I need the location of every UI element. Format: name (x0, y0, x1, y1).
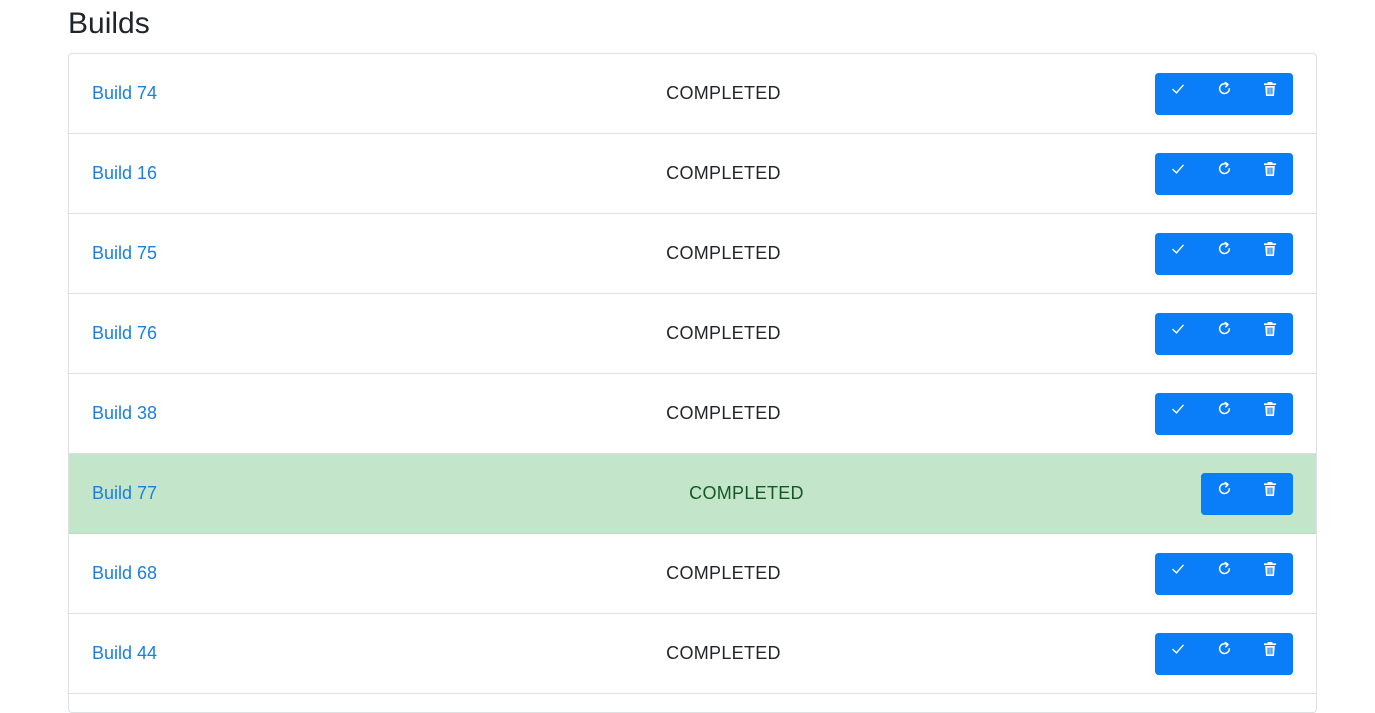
check-icon (1169, 640, 1187, 658)
delete-button[interactable] (1247, 312, 1293, 355)
refresh-icon (1215, 80, 1233, 98)
build-row: Build 68 COMPLETED (69, 534, 1316, 614)
trash-icon (1261, 320, 1279, 338)
check-icon (1169, 560, 1187, 578)
build-link[interactable]: Build 16 (92, 163, 292, 184)
delete-button[interactable] (1247, 632, 1293, 675)
approve-button[interactable] (1155, 632, 1201, 675)
delete-button[interactable] (1247, 152, 1293, 195)
delete-button[interactable] (1247, 472, 1293, 515)
trash-icon (1261, 160, 1279, 178)
refresh-icon (1215, 480, 1233, 498)
build-actions (1155, 152, 1293, 195)
check-icon (1169, 320, 1187, 338)
delete-button[interactable] (1247, 72, 1293, 115)
retry-button[interactable] (1201, 392, 1247, 435)
build-actions (1155, 392, 1293, 435)
trash-icon (1261, 80, 1279, 98)
build-row: Build 77 COMPLETED (69, 454, 1316, 534)
approve-button[interactable] (1155, 72, 1201, 115)
build-status: COMPLETED (666, 643, 781, 663)
retry-button[interactable] (1201, 632, 1247, 675)
build-row: Build 75 COMPLETED (69, 214, 1316, 294)
refresh-icon (1215, 240, 1233, 258)
build-actions (1155, 232, 1293, 275)
delete-button[interactable] (1247, 552, 1293, 595)
delete-button[interactable] (1247, 232, 1293, 275)
build-row: Build 38 COMPLETED (69, 374, 1316, 454)
check-icon (1169, 400, 1187, 418)
build-status: COMPLETED (666, 323, 781, 343)
trash-icon (1261, 240, 1279, 258)
approve-button[interactable] (1155, 232, 1201, 275)
retry-button[interactable] (1201, 552, 1247, 595)
build-actions (1155, 552, 1293, 595)
build-actions (1155, 312, 1293, 355)
retry-button[interactable] (1201, 472, 1247, 515)
retry-button[interactable] (1201, 312, 1247, 355)
build-link[interactable]: Build 38 (92, 403, 292, 424)
retry-button[interactable] (1201, 152, 1247, 195)
build-link[interactable]: Build 76 (92, 323, 292, 344)
build-actions (1155, 72, 1293, 115)
refresh-icon (1215, 640, 1233, 658)
refresh-icon (1215, 400, 1233, 418)
build-link[interactable]: Build 75 (92, 243, 292, 264)
trash-icon (1261, 480, 1279, 498)
approve-button[interactable] (1155, 312, 1201, 355)
retry-button[interactable] (1201, 72, 1247, 115)
build-row: Build 44 COMPLETED (69, 614, 1316, 694)
check-icon (1169, 240, 1187, 258)
build-status: COMPLETED (689, 483, 804, 503)
page-title: Builds (68, 7, 150, 40)
build-row: Build 74 COMPLETED (69, 54, 1316, 134)
approve-button[interactable] (1155, 152, 1201, 195)
build-status: COMPLETED (666, 83, 781, 103)
trash-icon (1261, 640, 1279, 658)
refresh-icon (1215, 560, 1233, 578)
build-status: COMPLETED (666, 563, 781, 583)
approve-button[interactable] (1155, 552, 1201, 595)
approve-button[interactable] (1155, 392, 1201, 435)
trash-icon (1261, 560, 1279, 578)
refresh-icon (1215, 320, 1233, 338)
build-status: COMPLETED (666, 403, 781, 423)
check-icon (1169, 80, 1187, 98)
build-actions (1155, 632, 1293, 675)
delete-button[interactable] (1247, 392, 1293, 435)
build-status: COMPLETED (666, 243, 781, 263)
build-link[interactable]: Build 77 (92, 483, 292, 504)
build-row: Build 76 COMPLETED (69, 294, 1316, 374)
retry-button[interactable] (1201, 232, 1247, 275)
build-row: Build 16 COMPLETED (69, 134, 1316, 214)
build-link[interactable]: Build 44 (92, 643, 292, 664)
check-icon (1169, 160, 1187, 178)
build-actions (1201, 472, 1293, 515)
refresh-icon (1215, 160, 1233, 178)
build-link[interactable]: Build 74 (92, 83, 292, 104)
build-status: COMPLETED (666, 163, 781, 183)
build-list: Build 74 COMPLETED Build 16 COMPLETED Bu… (68, 53, 1317, 713)
trash-icon (1261, 400, 1279, 418)
build-link[interactable]: Build 68 (92, 563, 292, 584)
